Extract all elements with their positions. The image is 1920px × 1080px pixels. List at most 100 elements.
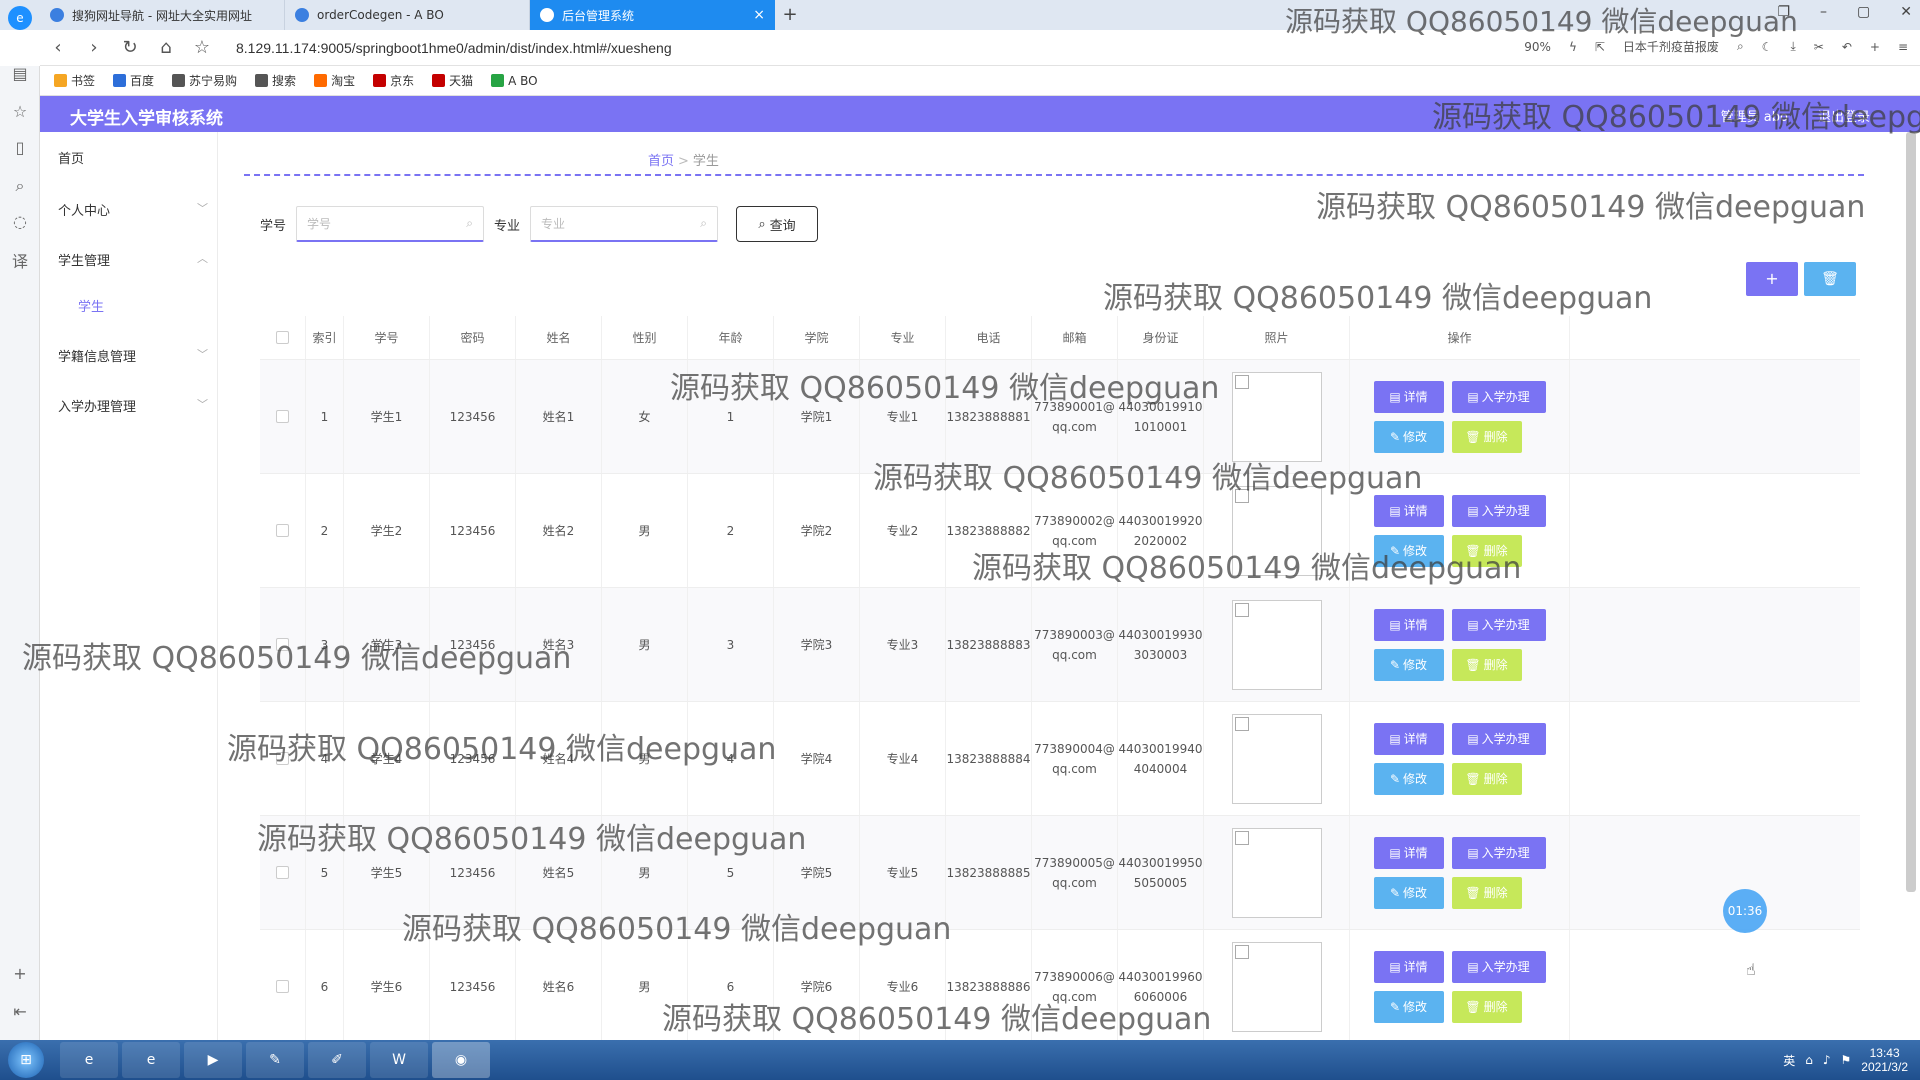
delete-button[interactable]: 🗑 删除 xyxy=(1451,534,1522,567)
detail-button[interactable]: ▤ 详情 xyxy=(1373,494,1444,527)
favorite-star-icon[interactable]: ☆ xyxy=(184,37,220,58)
edit-button[interactable]: ✎ 修改 xyxy=(1373,876,1444,909)
ime-indicator[interactable]: 英 xyxy=(1783,1052,1795,1069)
translate-icon[interactable]: 译 xyxy=(10,248,30,271)
bookmark-item[interactable]: 天猫 xyxy=(432,72,473,89)
bookmark-item[interactable]: A BO xyxy=(491,74,538,88)
zoom-level[interactable]: 90% xyxy=(1524,40,1551,54)
breadcrumb-home[interactable]: 首页 xyxy=(648,154,674,169)
taskbar-browser-icon[interactable]: e xyxy=(122,1042,180,1078)
enroll-button[interactable]: ▤ 入学办理 xyxy=(1451,950,1546,983)
sidebar-item-home[interactable]: 首页 xyxy=(58,148,208,167)
restore-icon[interactable]: ❐ xyxy=(1777,4,1790,20)
edit-button[interactable]: ✎ 修改 xyxy=(1373,762,1444,795)
search-icon[interactable]: ⌕ xyxy=(1737,39,1744,54)
edit-button[interactable]: ✎ 修改 xyxy=(1373,534,1444,567)
row-checkbox[interactable] xyxy=(276,638,289,651)
taskbar-ie-icon[interactable]: e xyxy=(60,1042,118,1078)
share-icon[interactable]: ⇱ xyxy=(1595,40,1605,54)
sidebar-item-registry[interactable]: 学籍信息管理 ﹀ xyxy=(58,346,208,365)
bookmark-item[interactable]: 搜索 xyxy=(255,72,296,89)
sidebar-item-enrollment[interactable]: 入学办理管理 ﹀ xyxy=(58,396,208,415)
chat-icon[interactable]: ◌ xyxy=(10,212,30,232)
browser-tab[interactable]: 搜狗网址导航 - 网址大全实用网址 xyxy=(40,0,285,30)
forward-icon[interactable]: › xyxy=(76,37,112,58)
bookmark-item[interactable]: 书签 xyxy=(54,72,95,89)
browser-tab[interactable]: 后台管理系统 × xyxy=(530,0,775,30)
flag-icon[interactable]: ⚑ xyxy=(1841,1053,1852,1067)
collapse-icon[interactable]: ⇤ xyxy=(10,1002,30,1022)
detail-button[interactable]: ▤ 详情 xyxy=(1373,722,1444,755)
edit-button[interactable]: ✎ 修改 xyxy=(1373,990,1444,1023)
add-button[interactable]: + xyxy=(1746,262,1798,296)
detail-button[interactable]: ▤ 详情 xyxy=(1373,950,1444,983)
detail-button[interactable]: ▤ 详情 xyxy=(1373,608,1444,641)
maximize-icon[interactable]: ▢ xyxy=(1857,4,1870,20)
sidebar-item-profile[interactable]: 个人中心 ﹀ xyxy=(58,200,208,219)
tab-close-icon[interactable]: × xyxy=(753,7,765,23)
taskbar-notepad-icon[interactable]: ✎ xyxy=(246,1042,304,1078)
menu-icon[interactable]: ≡ xyxy=(1898,40,1908,54)
taskbar-paint-icon[interactable]: ✐ xyxy=(308,1042,366,1078)
bookmark-item[interactable]: 京东 xyxy=(373,72,414,89)
enroll-button[interactable]: ▤ 入学办理 xyxy=(1451,380,1546,413)
volume-icon[interactable]: ♪ xyxy=(1823,1053,1831,1067)
query-button[interactable]: ⌕ 查询 xyxy=(736,206,819,242)
browser-tab[interactable]: orderCodegen - A BO xyxy=(285,0,530,30)
magnifier-icon[interactable]: ⌕ xyxy=(10,176,30,196)
bookmark-item[interactable]: 百度 xyxy=(113,72,154,89)
reader-icon[interactable]: ▤ xyxy=(10,64,30,84)
major-input[interactable]: 专业 ⌕ xyxy=(530,206,719,242)
logout-link[interactable]: 退出登录 xyxy=(1818,106,1870,125)
back-icon[interactable]: ‹ xyxy=(40,37,76,58)
row-checkbox[interactable] xyxy=(276,752,289,765)
url-field[interactable]: 8.129.11.174:9005/springboot1hme0/admin/… xyxy=(236,40,1236,56)
minimize-icon[interactable]: – xyxy=(1820,4,1827,20)
student-id-input[interactable]: 学号 ⌕ xyxy=(296,206,485,242)
sidebar-subitem-student[interactable]: 学生 xyxy=(78,296,104,315)
taskbar-active-browser-icon[interactable]: ◉ xyxy=(432,1042,490,1078)
clock[interactable]: 13:43 2021/3/2 xyxy=(1861,1046,1908,1074)
taskbar-word-icon[interactable]: W xyxy=(370,1042,428,1078)
row-checkbox[interactable] xyxy=(276,980,289,993)
row-checkbox[interactable] xyxy=(276,524,289,537)
download-icon[interactable]: ⤓ xyxy=(1790,39,1795,54)
start-button[interactable]: ⊞ xyxy=(8,1042,44,1078)
bookmark-item[interactable]: 苏宁易购 xyxy=(172,72,237,89)
browser-logo-icon[interactable]: e xyxy=(8,6,32,30)
enroll-button[interactable]: ▤ 入学办理 xyxy=(1451,494,1546,527)
enroll-button[interactable]: ▤ 入学办理 xyxy=(1451,608,1546,641)
detail-button[interactable]: ▤ 详情 xyxy=(1373,836,1444,869)
batch-delete-button[interactable]: 🗑 xyxy=(1804,262,1856,296)
delete-button[interactable]: 🗑 删除 xyxy=(1451,648,1522,681)
book-icon[interactable]: ▯ xyxy=(10,138,30,158)
row-checkbox[interactable] xyxy=(276,866,289,879)
page-scrollbar[interactable] xyxy=(1906,132,1916,892)
select-all-checkbox[interactable] xyxy=(276,331,289,344)
night-mode-icon[interactable]: ☾ xyxy=(1762,40,1773,54)
star-icon[interactable]: ☆ xyxy=(10,102,30,122)
enroll-button[interactable]: ▤ 入学办理 xyxy=(1451,722,1546,755)
delete-button[interactable]: 🗑 删除 xyxy=(1451,990,1522,1023)
delete-button[interactable]: 🗑 删除 xyxy=(1451,762,1522,795)
enroll-button[interactable]: ▤ 入学办理 xyxy=(1451,836,1546,869)
reload-icon[interactable]: ↻ xyxy=(112,37,148,58)
edit-button[interactable]: ✎ 修改 xyxy=(1373,648,1444,681)
bookmark-item[interactable]: 淘宝 xyxy=(314,72,355,89)
row-checkbox[interactable] xyxy=(276,410,289,423)
sidebar-item-student-mgmt[interactable]: 学生管理 ︿ xyxy=(58,250,208,269)
new-tab-icon[interactable]: + xyxy=(775,0,805,30)
plus-icon[interactable]: + xyxy=(1870,40,1880,54)
taskbar-player-icon[interactable]: ▶ xyxy=(184,1042,242,1078)
search-hint[interactable]: 日本千剂疫苗报废 xyxy=(1623,38,1719,55)
add-icon[interactable]: + xyxy=(10,964,30,984)
home-icon[interactable]: ⌂ xyxy=(148,37,184,58)
delete-button[interactable]: 🗑 删除 xyxy=(1451,420,1522,453)
delete-button[interactable]: 🗑 删除 xyxy=(1451,876,1522,909)
cut-icon[interactable]: ✂ xyxy=(1814,40,1824,54)
detail-button[interactable]: ▤ 详情 xyxy=(1373,380,1444,413)
close-window-icon[interactable]: ✕ xyxy=(1900,4,1912,20)
edit-button[interactable]: ✎ 修改 xyxy=(1373,420,1444,453)
lightning-icon[interactable]: ϟ xyxy=(1569,40,1577,54)
undo-icon[interactable]: ↶ xyxy=(1842,40,1852,54)
